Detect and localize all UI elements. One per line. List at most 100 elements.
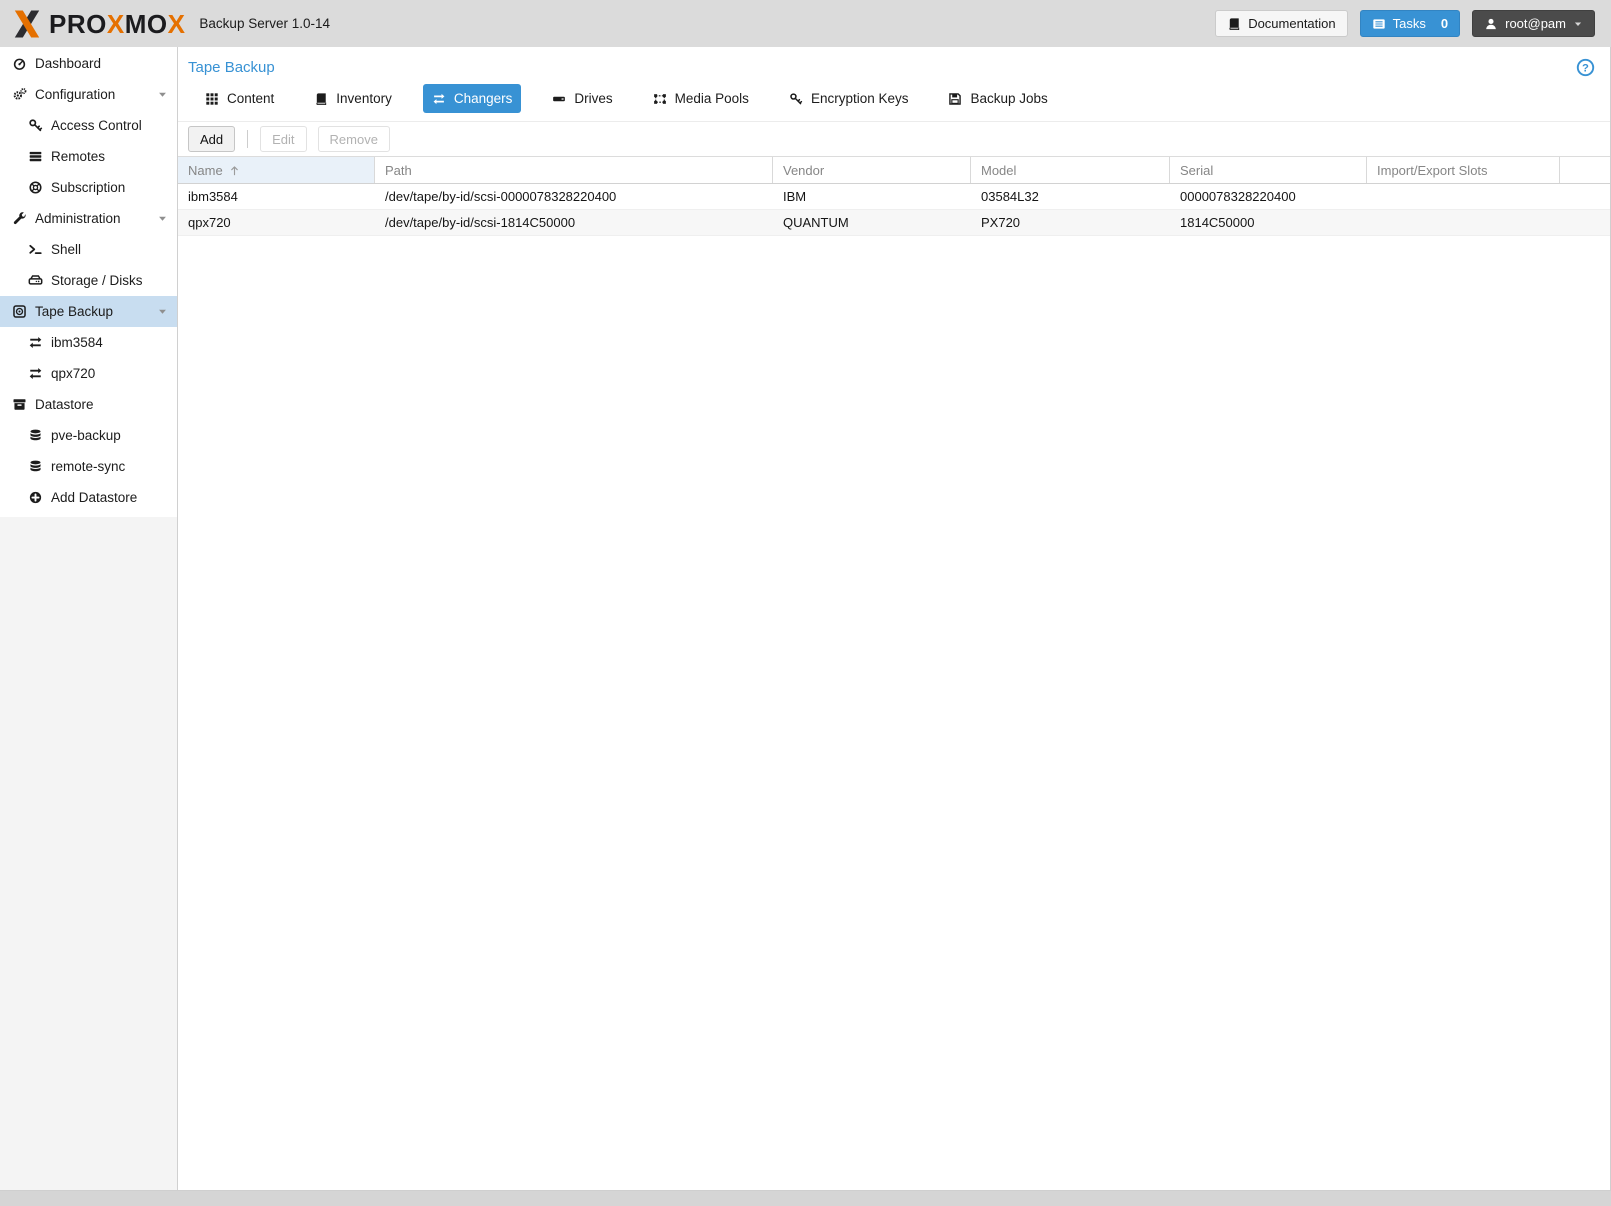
chevron-down-icon [157,213,168,224]
tape-icon [12,304,27,319]
user-menu-button[interactable]: root@pam [1472,10,1595,37]
cell-vendor: IBM [773,184,971,209]
sidebar-item-tape-backup[interactable]: Tape Backup [0,296,177,327]
sidebar-item-label: pve-backup [51,428,121,443]
sidebar-item-label: Administration [35,211,121,226]
sidebar-item-label: qpx720 [51,366,95,381]
database-icon [28,428,43,443]
grid-icon [205,92,219,106]
sidebar-item-administration[interactable]: Administration [0,203,177,234]
sidebar-item-ibm3584[interactable]: ibm3584 [0,327,177,358]
key-icon [789,92,803,106]
tab-encryption-keys[interactable]: Encryption Keys [780,84,918,113]
tab-label: Backup Jobs [970,91,1047,106]
cell-import-export-slots [1367,210,1560,235]
tab-label: Media Pools [675,91,749,106]
brand-word-part: X [107,9,125,39]
brand-wordmark: PROXMOX [49,11,185,37]
sidebar-item-storage-disks[interactable]: Storage / Disks [0,265,177,296]
tab-drives[interactable]: Drives [543,84,621,113]
sidebar-item-subscription[interactable]: Subscription [0,172,177,203]
drive-icon [552,92,566,106]
cell-model: PX720 [971,210,1170,235]
brand-word-part: X [168,9,186,39]
tab-content[interactable]: Content [196,84,283,113]
exchange-icon [28,335,43,350]
panel-header: Tape Backup ? [178,47,1610,79]
sidebar-item-access-control[interactable]: Access Control [0,110,177,141]
top-header-bar: PROXMOX Backup Server 1.0-14 Documentati… [0,0,1611,47]
table-header-filler [1560,157,1610,183]
grid-toolbar: Add Edit Remove [178,121,1610,156]
tab-media-pools[interactable]: Media Pools [644,84,758,113]
sidebar-item-label: Configuration [35,87,115,102]
column-header-model[interactable]: Model [971,157,1170,183]
documentation-button[interactable]: Documentation [1215,10,1347,37]
remove-button[interactable]: Remove [318,126,390,152]
table-row-qpx720[interactable]: qpx720/dev/tape/by-id/scsi-1814C50000QUA… [178,210,1610,236]
sidebar-item-add-datastore[interactable]: Add Datastore [0,482,177,513]
column-header-name[interactable]: Name [178,157,375,183]
svg-text:?: ? [1582,62,1589,74]
sidebar-item-remote-sync[interactable]: remote-sync [0,451,177,482]
brand-word-part: PRO [49,9,107,39]
cell-serial: 0000078328220400 [1170,184,1367,209]
tab-label: Inventory [336,91,392,106]
column-header-serial[interactable]: Serial [1170,157,1367,183]
sidebar-item-pve-backup[interactable]: pve-backup [0,420,177,451]
tasks-button[interactable]: Tasks 0 [1360,10,1460,37]
tab-backup-jobs[interactable]: Backup Jobs [939,84,1056,113]
sidebar-item-configuration[interactable]: Configuration [0,79,177,110]
sidebar-item-label: Shell [51,242,81,257]
save-icon [948,92,962,106]
table-row-ibm3584[interactable]: ibm3584/dev/tape/by-id/scsi-000007832822… [178,184,1610,210]
toolbar-separator [247,130,248,148]
add-button[interactable]: Add [188,126,235,152]
chevron-down-icon [1573,19,1583,29]
column-header-import-export-slots[interactable]: Import/Export Slots [1367,157,1560,183]
sidebar-item-qpx720[interactable]: qpx720 [0,358,177,389]
proxmox-backup-app: PROXMOX Backup Server 1.0-14 Documentati… [0,0,1611,1206]
sidebar-item-label: Add Datastore [51,490,137,505]
column-header-label: Import/Export Slots [1377,163,1488,178]
header-actions: Documentation Tasks 0 root@pam [1215,10,1595,37]
column-header-label: Serial [1180,163,1213,178]
gauge-icon [12,56,27,71]
terminal-icon [28,242,43,257]
tab-label: Drives [574,91,612,106]
sidebar-item-dashboard[interactable]: Dashboard [0,48,177,79]
plus-circle-icon [28,490,43,505]
hdd-icon [28,273,43,288]
sidebar-item-datastore[interactable]: Datastore [0,389,177,420]
chevron-down-icon [157,89,168,100]
column-header-vendor[interactable]: Vendor [773,157,971,183]
sidebar-item-remotes[interactable]: Remotes [0,141,177,172]
sidebar-item-shell[interactable]: Shell [0,234,177,265]
cell-serial: 1814C50000 [1170,210,1367,235]
tasks-count-badge: 0 [1441,16,1448,31]
object-group-icon [653,92,667,106]
database-icon [28,459,43,474]
documentation-label: Documentation [1248,16,1335,31]
column-header-label: Model [981,163,1016,178]
sort-asc-icon [228,164,241,177]
page-title: Tape Backup [188,59,275,76]
edit-button[interactable]: Edit [260,126,306,152]
tab-label: Encryption Keys [811,91,909,106]
tab-inventory[interactable]: Inventory [305,84,401,113]
cell-import-export-slots [1367,184,1560,209]
tab-changers[interactable]: Changers [423,84,522,113]
sidebar-item-label: Datastore [35,397,94,412]
exchange-icon [432,92,446,106]
column-header-path[interactable]: Path [375,157,773,183]
life-ring-icon [28,180,43,195]
tab-label: Content [227,91,274,106]
changers-table: NamePathVendor Model Serial Import/Export S… [178,156,1610,236]
product-version: Backup Server 1.0-14 [199,16,330,31]
help-icon[interactable]: ? [1576,58,1595,77]
sidebar-tree: Dashboard Configuration Access ControlRemo… [0,47,177,517]
book-icon [1227,17,1241,31]
sidebar-nav: Dashboard Configuration Access ControlRemo… [0,47,178,1190]
sidebar-item-label: Tape Backup [35,304,113,319]
cell-name: qpx720 [178,210,375,235]
